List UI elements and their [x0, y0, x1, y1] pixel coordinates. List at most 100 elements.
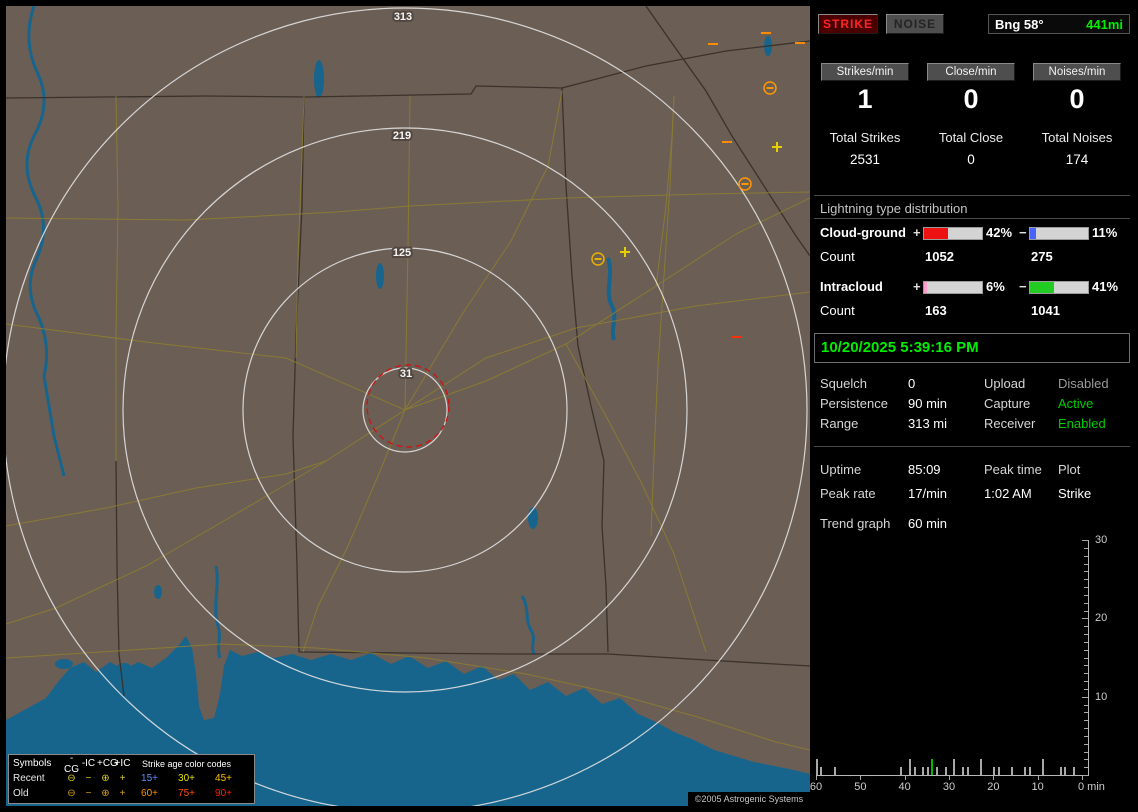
x-axis-tick [816, 776, 817, 780]
cloud-ground-count-row: Count 1052 275 [812, 249, 1130, 265]
plus-sign: + [913, 225, 921, 240]
strikes-per-min-value: 1 [857, 84, 873, 114]
total-noises-value: 174 [1065, 152, 1089, 167]
x-axis-label: 60 [809, 781, 823, 793]
y-axis-tick [1084, 634, 1088, 635]
age-60: 60+ [141, 788, 158, 799]
upload-label: Upload [984, 376, 1026, 391]
age-45: 45+ [215, 773, 232, 784]
trend-bar [944, 767, 947, 775]
count-label: Count [820, 303, 855, 318]
trend-bar [993, 767, 996, 775]
capture-label: Capture [984, 396, 1031, 411]
legend-type-neg-ic: -IC [81, 758, 96, 769]
ic-positive-percent: 6% [986, 279, 1005, 294]
y-axis-tick [1084, 555, 1088, 557]
symbol-legend: Symbols -CG -IC +CG +IC Strike age color… [8, 753, 255, 804]
y-axis-tick [1084, 720, 1088, 722]
datetime-display: 10/20/2025 5:39:16 PM [814, 333, 1130, 363]
distribution-title: Lightning type distribution [820, 201, 968, 216]
y-axis-tick [1084, 728, 1088, 729]
age-15: 15+ [141, 773, 158, 784]
uptime-value: 85:09 [908, 462, 941, 477]
trend-bar [1073, 767, 1076, 775]
x-axis-tick [1037, 776, 1039, 780]
x-axis-label: 0 min [1078, 781, 1105, 793]
trend-bar [997, 767, 1000, 775]
y-axis-tick [1084, 712, 1088, 714]
y-axis-tick [1084, 579, 1088, 581]
bearing-readout: Bng 58° 441mi [988, 14, 1130, 34]
x-axis-label: 10 [1031, 781, 1044, 793]
divider [814, 218, 1130, 219]
cg-negative-count: 275 [1031, 249, 1053, 264]
y-axis-tick [1084, 673, 1088, 675]
count-label: Count [820, 249, 855, 264]
trend-bar [816, 759, 818, 775]
y-axis-tick [1084, 665, 1088, 667]
capture-status: Active [1058, 396, 1094, 411]
legend-row-recent-label: Recent [13, 773, 45, 784]
map-area[interactable]: 313 219 125 31 [2, 5, 811, 812]
totals-row: Total Strikes 2531 Total Close 0 Total N… [812, 130, 1130, 167]
x-axis-label: 50 [854, 781, 867, 793]
y-axis-tick [1084, 641, 1088, 643]
map[interactable]: 313 219 125 31 [2, 5, 811, 812]
trend-bar [1042, 759, 1045, 775]
trend-bar [820, 767, 823, 775]
x-axis-label: 40 [898, 781, 911, 793]
x-axis-label: 30 [942, 781, 956, 793]
x-axis-tick [904, 776, 906, 780]
trend-bar [1064, 767, 1067, 775]
plus-sign: + [913, 279, 921, 294]
divider [814, 195, 1130, 196]
total-strikes-label: Total Strikes [829, 130, 901, 145]
y-axis-tick [1084, 759, 1088, 761]
trend-bar [1011, 767, 1014, 775]
strikes-per-min-button[interactable]: Strikes/min [821, 63, 909, 81]
status-panel: STRIKE NOISE Bng 58° 441mi Strikes/min C… [810, 0, 1138, 812]
ic-negative-percent: 41% [1092, 279, 1119, 294]
cloud-ground-row: Cloud-ground + 42% − 11% [812, 225, 1130, 241]
persistence-value: 90 min [908, 396, 948, 411]
trend-graph-label: Trend graph [820, 516, 891, 531]
range-label: Range [820, 416, 859, 431]
neg-ic-symbol-icon: − [85, 788, 92, 799]
ic-negative-gauge-fill [1030, 282, 1054, 293]
neg-cg-symbol-icon: ⊖ [67, 788, 76, 799]
close-per-min-value: 0 [963, 84, 979, 114]
trend-graph-window: 60 min [908, 516, 948, 531]
noise-indicator-button[interactable]: NOISE [886, 14, 944, 34]
cg-positive-count: 1052 [925, 249, 954, 264]
persistence-label: Persistence [820, 396, 888, 411]
y-axis-tick [1084, 743, 1088, 745]
age-75: 75+ [178, 788, 195, 799]
neg-ic-symbol-icon: − [85, 773, 92, 784]
trend-bar [931, 759, 934, 775]
ic-positive-gauge [923, 281, 983, 294]
y-axis-label: 30 [1095, 534, 1108, 546]
trend-bar [980, 759, 983, 775]
receiver-label: Receiver [984, 416, 1036, 431]
close-per-min-button[interactable]: Close/min [927, 63, 1015, 81]
receiver-status: Enabled [1058, 416, 1106, 431]
y-axis-label: 10 [1095, 690, 1108, 703]
noises-per-min-button[interactable]: Noises/min [1033, 63, 1121, 81]
minus-sign: − [1019, 279, 1027, 294]
ring-label-31: 31 [400, 368, 412, 380]
x-axis-tick [993, 776, 995, 780]
trend-bar [1024, 767, 1027, 775]
peak-rate-value: 17/min [908, 486, 948, 501]
cg-negative-gauge [1029, 227, 1089, 240]
legend-symbols-header: Symbols [13, 758, 52, 769]
strike-indicator-button[interactable]: STRIKE [818, 14, 878, 34]
y-axis-tick [1084, 657, 1088, 659]
legend-type-pos-ic: +IC [114, 758, 131, 769]
plot-value: Strike [1058, 486, 1092, 501]
x-axis-tick [949, 776, 950, 780]
intracloud-count-row: Count 163 1041 [812, 303, 1130, 319]
minus-sign: − [1019, 225, 1027, 240]
y-axis-tick [1082, 696, 1088, 698]
age-90: 90+ [215, 788, 232, 799]
ic-positive-gauge-fill [924, 282, 928, 293]
